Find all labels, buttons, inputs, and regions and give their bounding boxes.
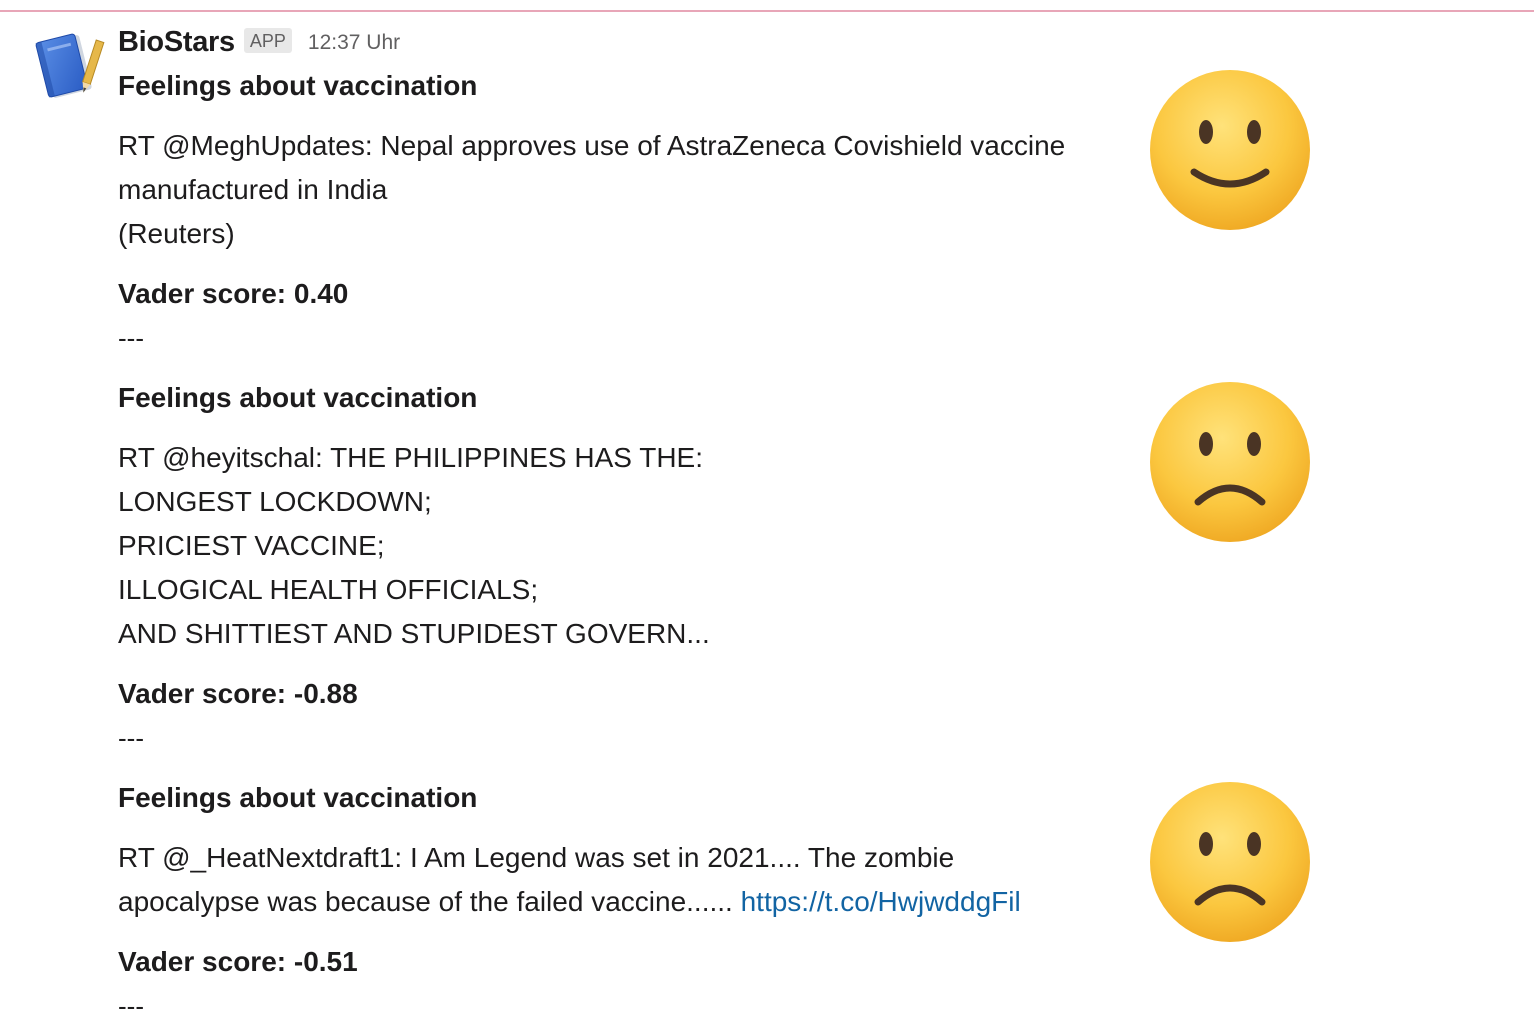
vader-score: Vader score: 0.40 <box>118 278 349 309</box>
separator: --- <box>118 323 144 353</box>
vader-score: Vader score: -0.51 <box>118 946 358 977</box>
message-text-line: PRICIEST VACCINE; <box>118 530 385 561</box>
message-timestamp[interactable]: 12:37 Uhr <box>308 31 400 55</box>
message-text-line: RT @MeghUpdates: Nepal approves use of A… <box>118 130 1066 161</box>
message-text-line: (Reuters) <box>118 218 235 249</box>
message-text-line: RT @heyitschal: THE PHILIPPINES HAS THE: <box>118 442 703 473</box>
tweet-link[interactable]: https://t.co/HwjwddgFil <box>741 886 1021 917</box>
message-text-line: ILLOGICAL HEALTH OFFICIALS; <box>118 574 539 605</box>
message-text-line: RT @_HeatNextdraft1: I Am Legend was set… <box>118 842 955 873</box>
separator: --- <box>118 723 144 753</box>
message-text: apocalypse was because of the failed vac… <box>118 886 733 917</box>
message-text-line: AND SHITTIEST AND STUPIDEST GOVERN... <box>118 618 710 649</box>
frowning-face-icon <box>1150 382 1310 542</box>
message-header: BioStars APP 12:37 Uhr <box>118 22 400 62</box>
frowning-face-icon <box>1150 782 1310 942</box>
message-title: Feelings about vaccination <box>118 382 478 413</box>
message-text-line: manufactured in India <box>118 174 388 205</box>
app-avatar-notebook-icon[interactable] <box>30 32 106 100</box>
separator: --- <box>118 991 144 1021</box>
message-text-line: LONGEST LOCKDOWN; <box>118 486 432 517</box>
app-badge: APP <box>243 27 292 53</box>
vader-score: Vader score: -0.88 <box>118 678 358 709</box>
slightly-smiling-face-icon <box>1150 70 1310 230</box>
message-text-line-with-link: apocalypse was because of the failed vac… <box>118 880 1021 924</box>
app-name[interactable]: BioStars <box>118 26 235 59</box>
message-title: Feelings about vaccination <box>118 70 478 101</box>
message-title: Feelings about vaccination <box>118 782 478 813</box>
new-messages-divider <box>0 10 1534 12</box>
